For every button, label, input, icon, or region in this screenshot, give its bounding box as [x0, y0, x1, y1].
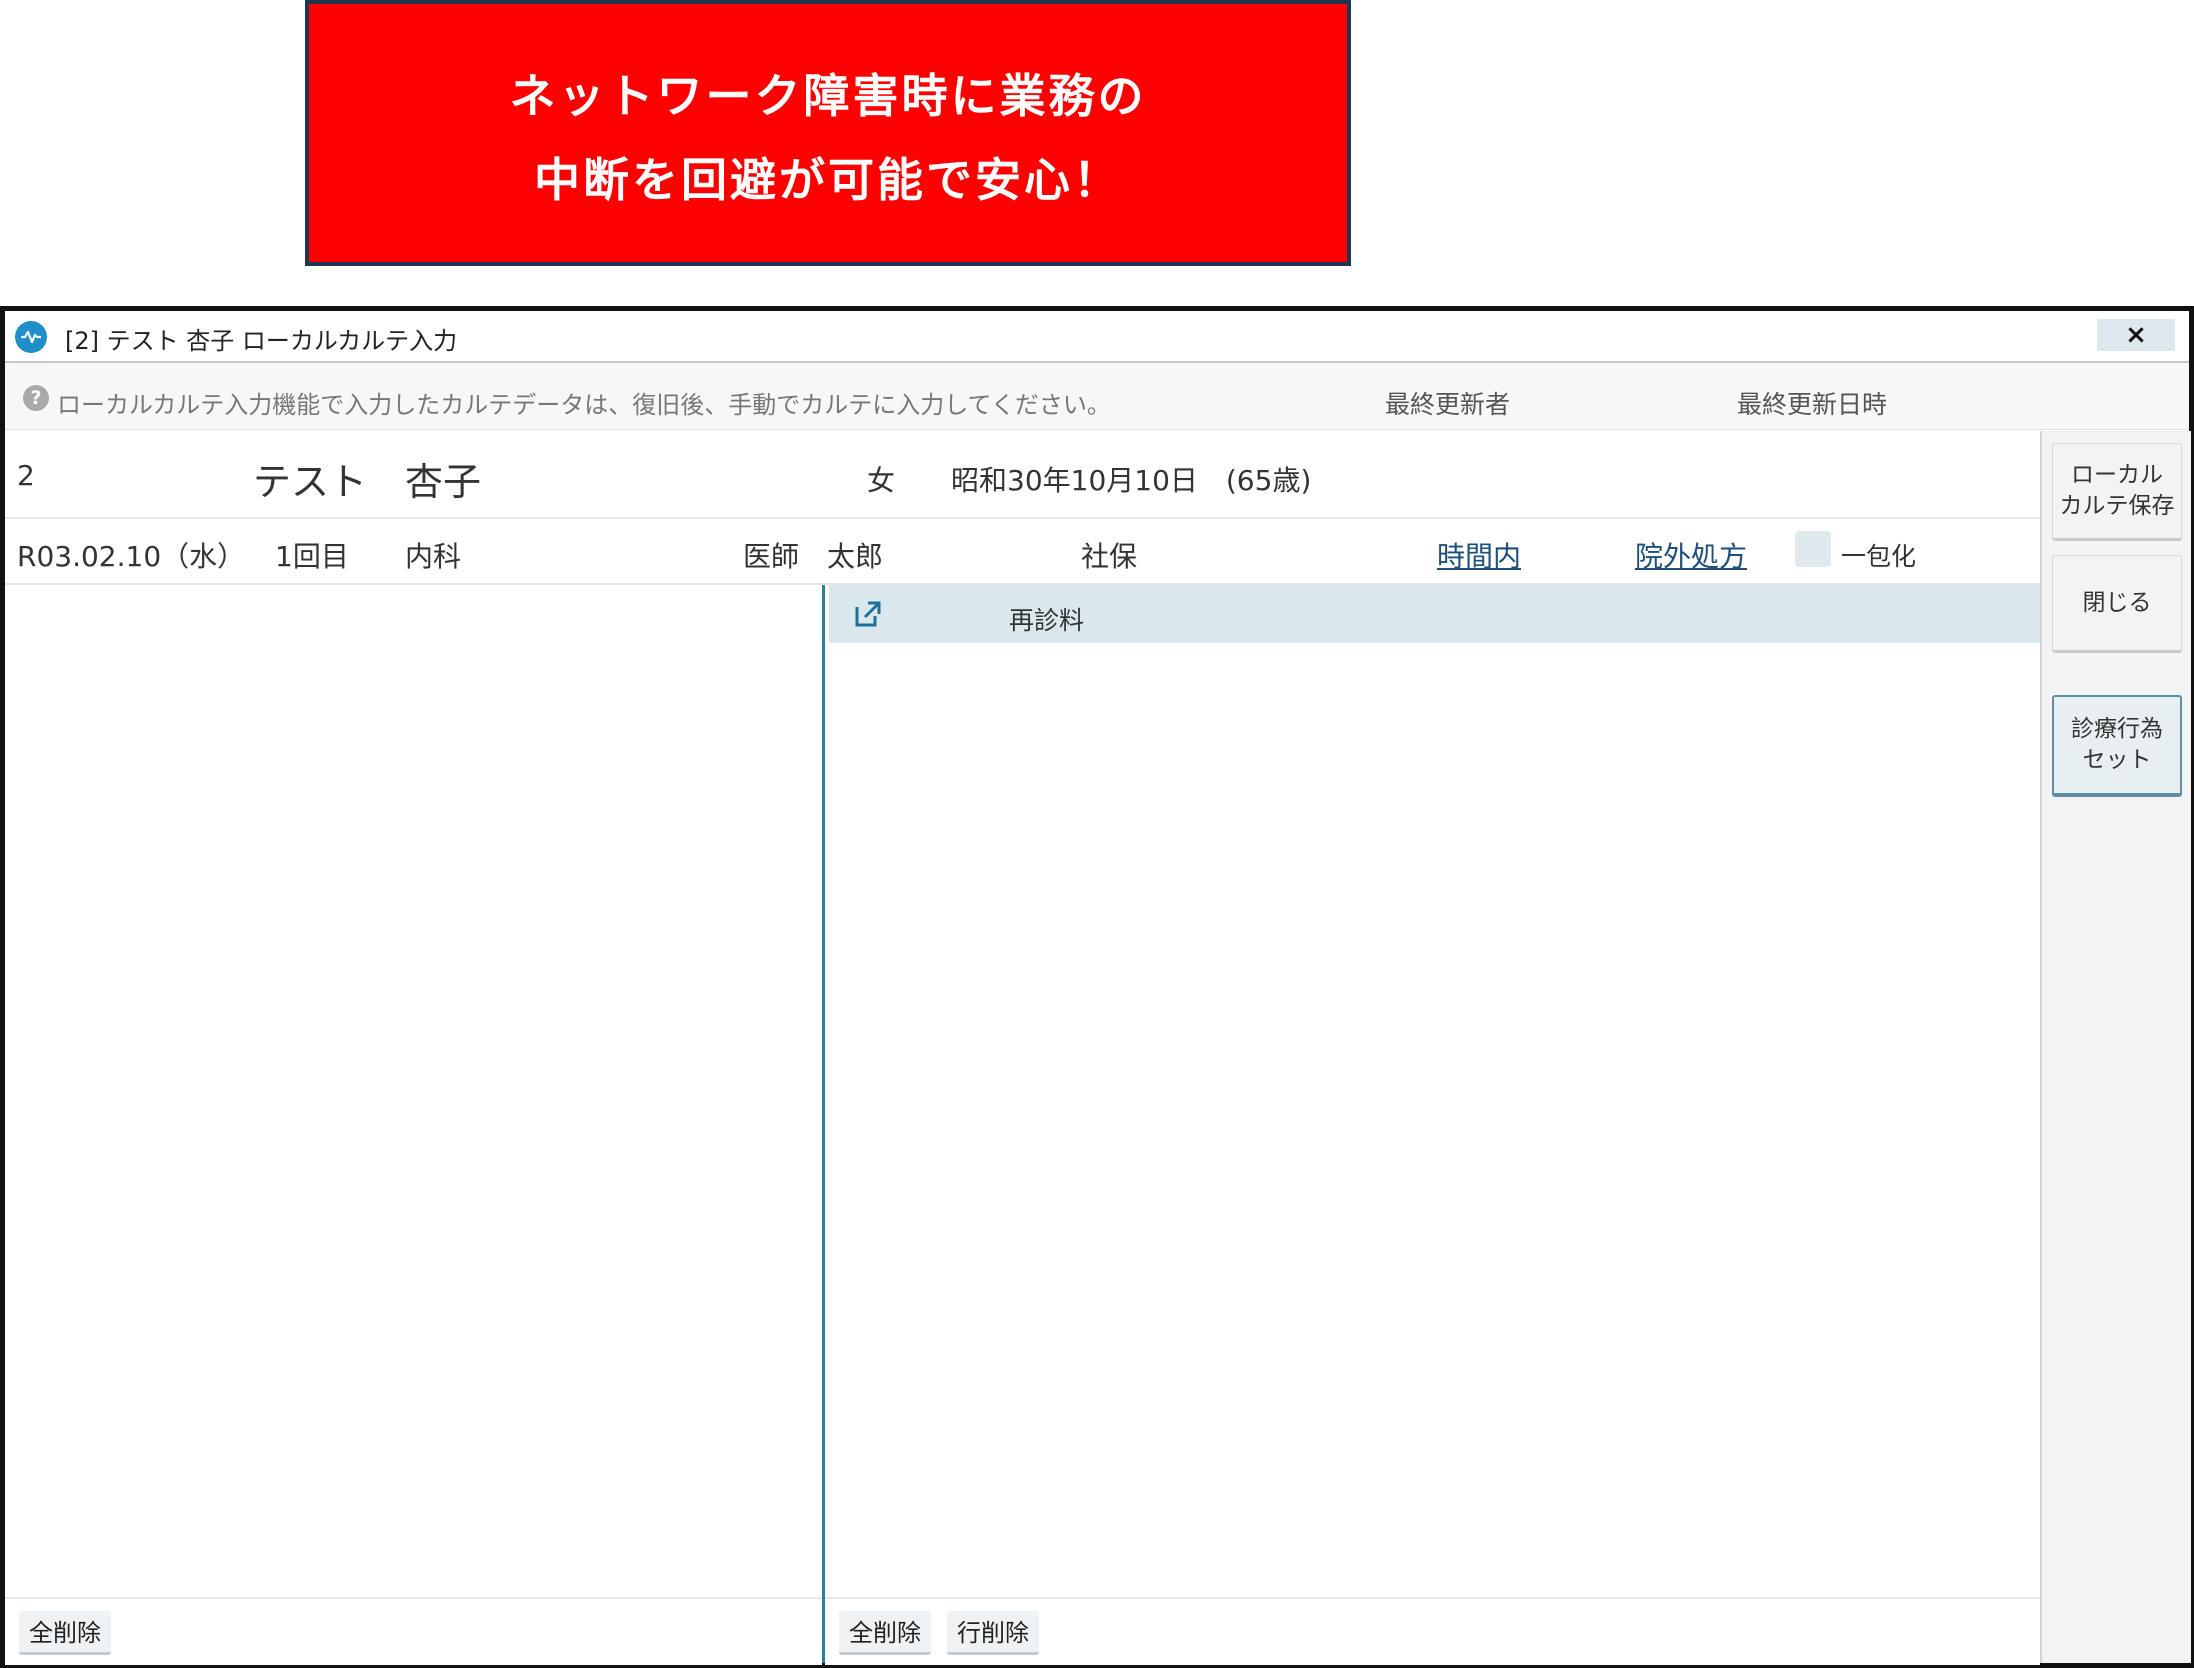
- left-delete-all-button[interactable]: 全削除: [19, 1611, 111, 1655]
- treatment-set-button[interactable]: 診療行為 セット: [2052, 695, 2182, 797]
- patient-header: 2 テスト 杏子 女 昭和30年10月10日 (65歳): [5, 431, 2040, 519]
- app-logo-icon: [15, 321, 47, 353]
- department: 内科: [405, 540, 462, 573]
- last-updater-label: 最終更新者: [1385, 390, 1511, 419]
- package-label: 一包化: [1841, 542, 1917, 571]
- patient-name: テスト 杏子: [253, 460, 482, 504]
- info-bar: ? ローカルカルテ入力機能で入力したカルテデータは、復旧後、手動でカルテに入力し…: [5, 363, 2189, 430]
- save-button-line-1: ローカル: [2071, 462, 2163, 488]
- patient-birthdate: 昭和30年10月10日 (65歳): [951, 464, 1312, 497]
- package-checkbox[interactable]: [1795, 531, 1831, 567]
- left-footer: 全削除: [5, 1597, 822, 1665]
- title-bar: [2] テスト 杏子 ローカルカルテ入力 ×: [5, 311, 2189, 363]
- visit-date: R03.02.10（水）: [17, 540, 246, 573]
- save-local-chart-button[interactable]: ローカル カルテ保存: [2052, 443, 2182, 541]
- right-delete-all-button[interactable]: 全削除: [839, 1611, 931, 1655]
- info-message: ローカルカルテ入力機能で入力したカルテデータは、復旧後、手動でカルテに入力してく…: [57, 391, 1111, 419]
- delete-row-button[interactable]: 行削除: [947, 1611, 1039, 1655]
- doctor-name: 医師 太郎: [743, 540, 884, 573]
- close-window-button[interactable]: ×: [2097, 319, 2175, 351]
- right-entry-panel[interactable]: 再診料 全削除 行削除: [825, 585, 2040, 1665]
- external-edit-icon[interactable]: [853, 599, 883, 633]
- patient-id: 2: [17, 459, 35, 492]
- last-updated-label: 最終更新日時: [1737, 390, 1888, 419]
- row-label: 再診料: [1009, 606, 1085, 635]
- visit-info-row: R03.02.10（水） 1回目 内科 医師 太郎 社保 時間内 院外処方 一包…: [5, 519, 2040, 585]
- local-chart-window: [2] テスト 杏子 ローカルカルテ入力 × ? ローカルカルテ入力機能で入力し…: [0, 306, 2194, 1668]
- patient-sex: 女: [867, 464, 896, 497]
- prescription-type-link[interactable]: 院外処方: [1635, 535, 1747, 575]
- save-button-line-2: カルテ保存: [2059, 493, 2175, 519]
- visit-count: 1回目: [275, 540, 349, 573]
- set-button-line-1: 診療行為: [2071, 716, 2163, 742]
- right-footer: 全削除 行削除: [825, 1597, 2040, 1665]
- left-entry-panel[interactable]: 全削除: [5, 585, 822, 1665]
- set-button-line-2: セット: [2082, 747, 2152, 773]
- insurance-type: 社保: [1081, 540, 1138, 573]
- banner-line-2: 中断を回避が可能で安心！: [534, 153, 1122, 207]
- banner-line-1: ネットワーク障害時に業務の: [509, 69, 1147, 123]
- close-button[interactable]: 閉じる: [2052, 555, 2182, 653]
- time-category-link[interactable]: 時間内: [1437, 535, 1521, 575]
- close-button-label: 閉じる: [2082, 589, 2152, 616]
- window-title: [2] テスト 杏子 ローカルカルテ入力: [65, 327, 458, 355]
- list-item[interactable]: 再診料: [829, 585, 2040, 643]
- action-sidebar: ローカル カルテ保存 閉じる 診療行為 セット: [2040, 431, 2191, 1663]
- promo-banner: ネットワーク障害時に業務の 中断を回避が可能で安心！: [305, 0, 1351, 266]
- help-icon[interactable]: ?: [23, 385, 49, 411]
